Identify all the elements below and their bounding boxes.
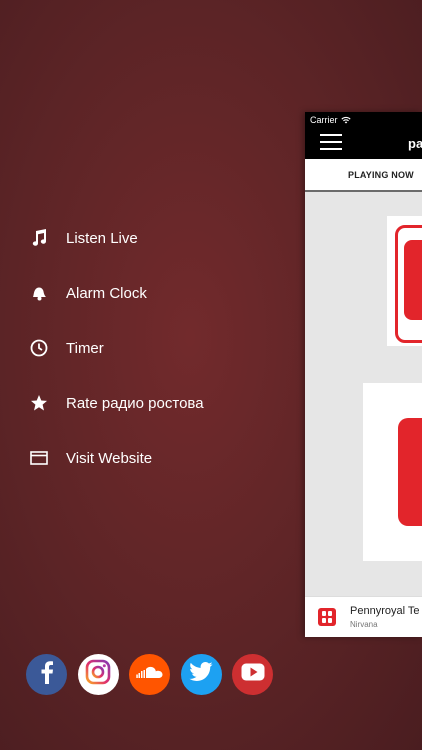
menu-label-alarm-clock: Alarm Clock [66,284,147,302]
now-playing-track: Pennyroyal Te [350,605,420,617]
soundcloud-icon [135,665,164,684]
menu-item-rate[interactable]: Rate радио ростова [30,388,204,418]
instagram-icon [85,659,111,690]
wifi-icon [340,116,351,124]
facebook-icon [40,660,54,689]
station-small-logo-icon [317,607,337,632]
instagram-button[interactable] [77,654,119,695]
app-preview-panel[interactable]: Carrier pa PLAYING NOW Pennyroyal Te Nir… [305,112,422,637]
star-icon [30,394,48,412]
social-links [26,654,284,695]
soundcloud-button[interactable] [129,654,170,695]
twitter-icon [189,662,213,687]
menu-item-visit-website[interactable]: Visit Website [30,443,152,473]
now-playing-bar[interactable]: Pennyroyal Te Nirvana [305,596,422,637]
carrier-label: Carrier [310,115,338,125]
app-navbar: Carrier pa [305,112,422,159]
menu-label-visit-website: Visit Website [66,449,153,467]
bell-icon [30,284,48,302]
content-area [305,192,422,596]
menu-item-timer[interactable]: Timer [30,333,104,363]
youtube-button[interactable] [232,654,273,695]
app-title: pa [408,136,422,151]
menu-label-rate: Rate радио ростова [66,394,204,412]
clock-icon [30,339,48,357]
menu-label-timer: Timer [66,339,104,357]
menu-item-alarm-clock[interactable]: Alarm Clock [30,278,147,308]
facebook-button[interactable] [26,654,67,695]
twitter-button[interactable] [180,654,222,695]
tab-playing-now[interactable]: PLAYING NOW [305,159,422,192]
youtube-icon [241,663,265,686]
station-logo-image [387,216,422,346]
hamburger-menu-icon[interactable] [320,134,342,150]
menu-label-listen-live: Listen Live [66,229,138,247]
status-bar: Carrier [310,115,351,125]
menu-item-listen-live[interactable]: Listen Live [30,223,138,253]
album-art-image [363,383,422,561]
now-playing-artist: Nirvana [350,620,378,629]
browser-window-icon [30,449,48,467]
tab-playing-now-label: PLAYING NOW [348,169,414,180]
music-note-icon [30,229,48,247]
